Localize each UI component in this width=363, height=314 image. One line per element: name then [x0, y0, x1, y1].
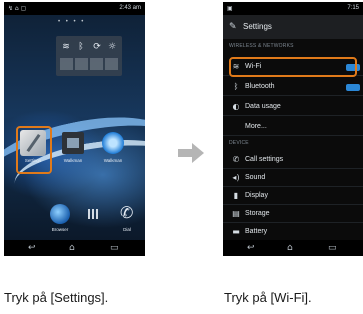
- settings-screen-phone: ▣ 7:15 ✎ Settings WIRELESS & NETWORKS ≋ …: [223, 2, 363, 256]
- walkman-label: Walkman: [63, 158, 83, 163]
- settings-title-bar: ✎ Settings: [223, 15, 363, 39]
- settings-item-label: More...: [245, 123, 267, 130]
- status-time: 2:43 am: [119, 5, 141, 11]
- home-screen-phone: ↯ ⌂ ▢ 2:43 am • • • • ≋ ᛒ ⟳ ☼ Settings W…: [4, 2, 145, 256]
- caption-step-wifi: Tryk på [Wi-Fi].: [224, 290, 312, 305]
- status-time: 7:15: [347, 5, 359, 11]
- wifi-highlight-box: [229, 57, 357, 77]
- page-title: Settings: [243, 22, 272, 31]
- dial-label: Dial: [123, 227, 131, 232]
- brightness-icon[interactable]: ☼: [107, 42, 117, 52]
- nav-bar: ↩ ⌂ ▭: [223, 240, 363, 256]
- phone-icon: ✆: [232, 155, 240, 164]
- settings-item-label: Storage: [245, 210, 270, 217]
- walkman-icon[interactable]: [62, 132, 84, 154]
- settings-item-storage[interactable]: ▤ Storage: [223, 205, 363, 223]
- home-icon[interactable]: ⌂: [69, 240, 75, 256]
- settings-item-call-settings[interactable]: ✆ Call settings: [223, 151, 363, 169]
- music-label: Walkman: [103, 158, 123, 163]
- status-bar: ↯ ⌂ ▢ 2:43 am: [4, 2, 145, 15]
- sync-icon[interactable]: ⟳: [92, 42, 102, 52]
- display-icon: ▮: [233, 191, 239, 200]
- power-control-widget[interactable]: ≋ ᛒ ⟳ ☼: [56, 36, 122, 76]
- sound-icon: ◂): [232, 173, 240, 182]
- settings-item-label: Display: [245, 192, 268, 199]
- settings-highlight-box: [16, 126, 52, 174]
- bluetooth-icon[interactable]: ᛒ: [76, 42, 86, 52]
- recent-apps-icon[interactable]: ▭: [110, 240, 119, 256]
- storage-icon: ▤: [232, 209, 240, 218]
- music-icon[interactable]: [102, 132, 124, 154]
- page-indicator: • • • •: [58, 19, 86, 25]
- caption-step-settings: Tryk på [Settings].: [4, 290, 109, 305]
- settings-item-more[interactable]: More...: [223, 118, 363, 136]
- notification-icons: ↯ ⌂ ▢: [8, 5, 27, 12]
- settings-item-battery[interactable]: ▬ Battery: [223, 223, 363, 241]
- section-header-device: DEVICE: [229, 140, 249, 146]
- bluetooth-icon: ᛒ: [233, 82, 239, 91]
- settings-item-sound[interactable]: ◂) Sound: [223, 169, 363, 187]
- section-header-wireless: WIRELESS & NETWORKS: [229, 43, 294, 49]
- settings-item-data-usage[interactable]: ◐ Data usage: [223, 98, 363, 116]
- settings-item-label: Bluetooth: [245, 83, 275, 90]
- next-step-arrow: [178, 143, 204, 163]
- settings-item-bluetooth[interactable]: ᛒ Bluetooth: [223, 78, 363, 96]
- home-icon[interactable]: ⌂: [287, 240, 293, 256]
- battery-icon: ▬: [232, 227, 240, 236]
- settings-item-label: Data usage: [245, 103, 281, 110]
- apps-grid-icon[interactable]: [88, 209, 98, 219]
- wifi-icon[interactable]: ≋: [61, 42, 71, 52]
- widget-bar: [60, 58, 118, 70]
- recent-apps-icon[interactable]: ▭: [328, 240, 337, 256]
- settings-item-label: Call settings: [245, 156, 284, 163]
- notification-icons: ▣: [227, 5, 233, 12]
- back-icon[interactable]: ↩: [247, 240, 255, 256]
- bluetooth-toggle[interactable]: [346, 84, 360, 91]
- settings-item-label: Sound: [245, 174, 266, 181]
- globe-icon[interactable]: [50, 204, 70, 224]
- settings-item-display[interactable]: ▮ Display: [223, 187, 363, 205]
- nav-bar: ↩ ⌂ ▭: [4, 240, 145, 256]
- settings-icon: ✎: [229, 22, 237, 32]
- phone-icon[interactable]: ✆: [120, 204, 136, 222]
- settings-item-label: Battery: [245, 228, 268, 235]
- browser-label: Browser: [51, 227, 69, 232]
- data-usage-icon: ◐: [232, 102, 240, 111]
- status-bar: ▣ 7:15: [223, 2, 363, 15]
- back-icon[interactable]: ↩: [28, 240, 36, 256]
